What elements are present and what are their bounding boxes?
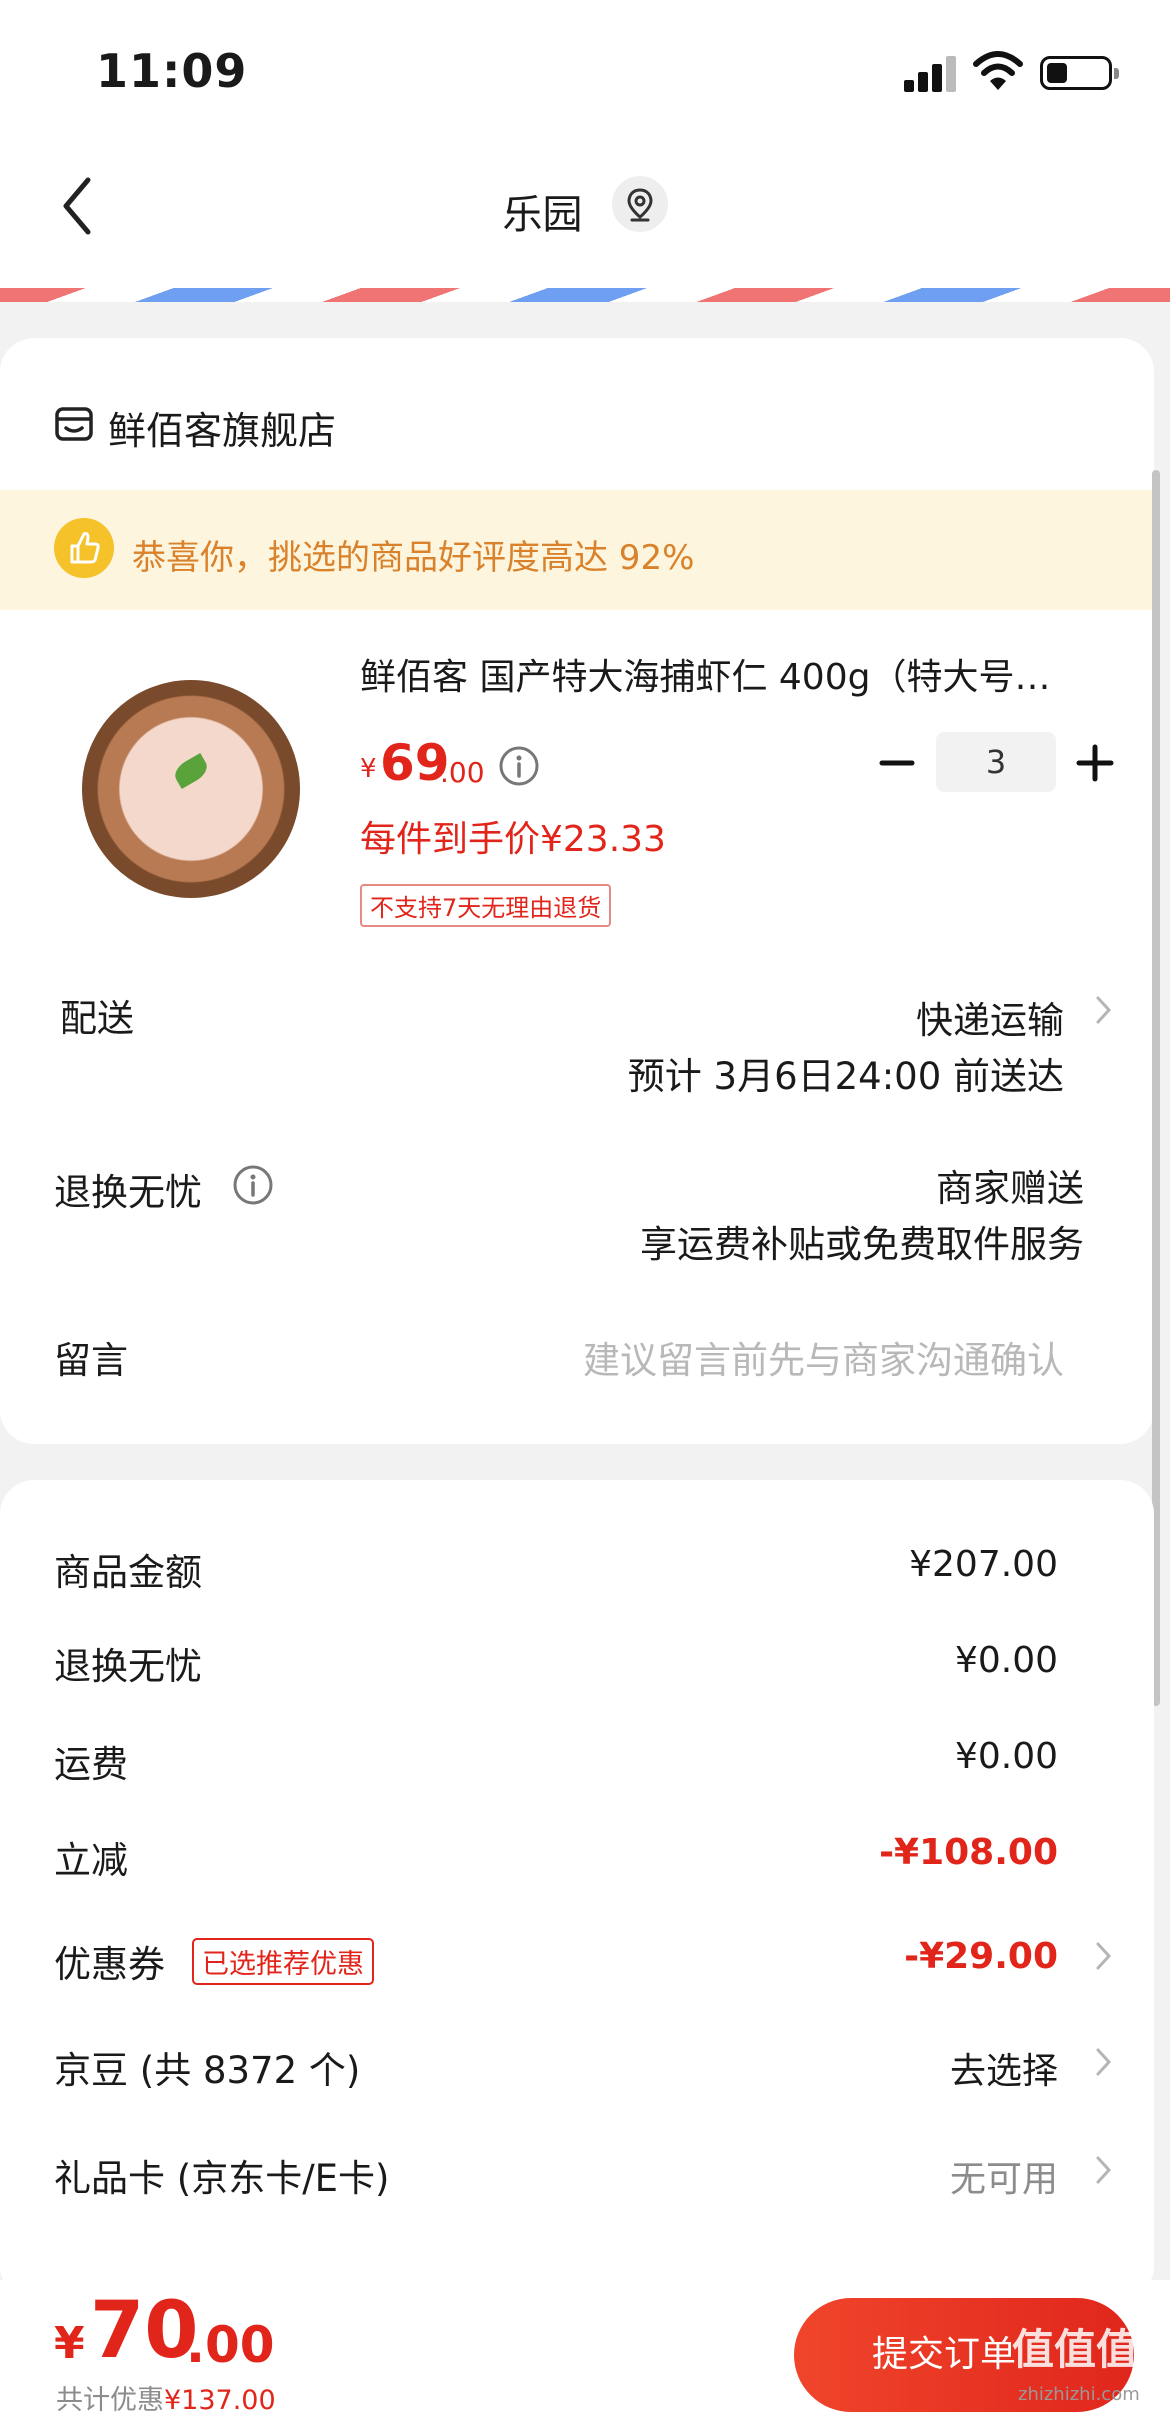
delivery-label: 配送	[60, 997, 134, 1040]
jd-beans-label: 京豆 (共 8372 个)	[54, 2049, 361, 2092]
savings-value: ¥137.00	[164, 2385, 276, 2413]
rating-banner-text: 恭喜你，挑选的商品好评度高达 92%	[132, 538, 695, 578]
total-decimal: .00	[186, 2316, 275, 2374]
total-integer: 70	[90, 2286, 199, 2376]
message-input[interactable]: 建议留言前先与商家沟通确认	[583, 1330, 1064, 1384]
info-icon[interactable]	[232, 1164, 274, 1206]
delivery-eta: 预计 3月6日24:00 前送达	[627, 1055, 1064, 1098]
quantity-increase-button[interactable]	[1074, 742, 1116, 784]
cellular-signal-icon	[904, 56, 956, 92]
chevron-right-icon[interactable]	[1092, 1936, 1116, 1976]
quantity-decrease-button[interactable]	[876, 742, 918, 784]
coupon-tag: 已选推荐优惠	[192, 1938, 374, 1985]
chevron-right-icon[interactable]	[1092, 990, 1116, 1030]
store-name[interactable]: 鲜佰客旗舰店	[108, 400, 336, 455]
shipping-value: ¥0.00	[954, 1736, 1058, 1777]
quantity-input[interactable]: 3	[936, 732, 1056, 792]
return-service-detail: 享运费补贴或免费取件服务	[640, 1223, 1084, 1266]
product-image[interactable]	[82, 680, 300, 898]
return-service-value: 商家赠送	[936, 1167, 1084, 1210]
price-decimal: .00	[440, 756, 485, 789]
battery-icon	[1040, 56, 1119, 90]
price-symbol: ¥	[360, 754, 377, 784]
info-icon[interactable]	[498, 745, 540, 787]
shipping-label: 运费	[54, 1743, 128, 1786]
status-time: 11:09	[96, 44, 248, 98]
gift-card-value[interactable]: 无可用	[950, 2150, 1058, 2202]
chevron-right-icon[interactable]	[1092, 2150, 1116, 2190]
watermark-url: zhizhizhi.com	[1018, 2384, 1140, 2405]
instant-discount-value: -¥108.00	[879, 1832, 1058, 1873]
airmail-stripe	[0, 288, 1170, 302]
product-title[interactable]: 鲜佰客 国产特大海捕虾仁 400g（特大号…	[360, 648, 1120, 700]
watermark: 值值值	[1012, 2325, 1139, 2374]
return-fee-value: ¥0.00	[954, 1640, 1058, 1681]
return-policy-tag: 不支持7天无理由退货	[360, 884, 612, 927]
minus-icon	[879, 760, 915, 766]
gift-card-label: 礼品卡 (京东卡/E卡)	[54, 2157, 390, 2200]
address-title[interactable]: 乐园	[0, 182, 1085, 240]
message-label: 留言	[54, 1339, 128, 1382]
total-symbol: ¥	[54, 2318, 85, 2369]
coupon-label: 优惠券	[54, 1943, 165, 1986]
instant-discount-label: 立减	[54, 1839, 128, 1882]
return-fee-label: 退换无忧	[54, 1645, 202, 1688]
thumbs-up-icon	[54, 518, 114, 578]
store-icon	[54, 404, 94, 444]
chevron-right-icon[interactable]	[1092, 2042, 1116, 2082]
goods-amount-value: ¥207.00	[909, 1544, 1058, 1585]
unit-price: 每件到手价¥23.33	[360, 819, 666, 860]
goods-amount-label: 商品金额	[54, 1551, 202, 1594]
wifi-icon	[972, 50, 1024, 92]
coupon-value[interactable]: -¥29.00	[904, 1936, 1058, 1977]
location-pin-icon[interactable]	[612, 176, 668, 232]
jd-beans-value[interactable]: 去选择	[950, 2042, 1058, 2094]
plus-icon	[1076, 744, 1114, 782]
delivery-method[interactable]: 快递运输	[916, 990, 1064, 1044]
savings-label: 共计优惠	[56, 2385, 164, 2413]
total-savings: 共计优惠¥137.00	[56, 2378, 276, 2413]
return-service-label: 退换无忧	[54, 1171, 202, 1214]
